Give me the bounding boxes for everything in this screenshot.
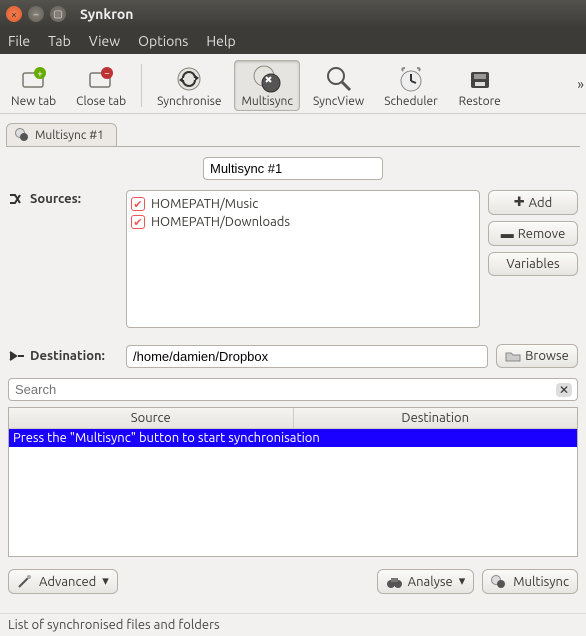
source-path: HOMEPATH/Music bbox=[151, 197, 258, 211]
sync-icon bbox=[173, 63, 205, 95]
multisync-button[interactable]: Multisync bbox=[482, 569, 578, 594]
destination-icon bbox=[8, 349, 26, 363]
toolbar-label: Restore bbox=[459, 95, 501, 108]
toolbar-close-tab[interactable]: – Close tab bbox=[69, 60, 133, 111]
variables-button[interactable]: Variables bbox=[488, 252, 578, 276]
add-label: Add bbox=[529, 196, 553, 210]
new-tab-icon: + bbox=[18, 63, 50, 95]
minus-icon: ▬ bbox=[501, 226, 514, 241]
content-area: Sources: ✔ HOMEPATH/Music ✔ HOMEPATH/Dow… bbox=[0, 147, 586, 600]
toolbar-new-tab[interactable]: + New tab bbox=[4, 60, 63, 111]
table-hint: Press the "Multisync" button to start sy… bbox=[13, 431, 320, 445]
wand-icon bbox=[17, 575, 33, 589]
toolbar-label: Close tab bbox=[76, 95, 126, 108]
toolbar-overflow-icon[interactable]: » bbox=[577, 76, 584, 92]
analyse-label: Analyse bbox=[408, 575, 453, 589]
toolbar-label: SyncView bbox=[313, 95, 364, 108]
status-bar: List of synchronised files and folders bbox=[0, 613, 586, 636]
sources-list[interactable]: ✔ HOMEPATH/Music ✔ HOMEPATH/Downloads bbox=[126, 190, 480, 328]
table-row[interactable]: Press the "Multisync" button to start sy… bbox=[9, 429, 577, 447]
toolbar-multisync[interactable]: Multisync bbox=[234, 60, 299, 111]
toolbar-label: Scheduler bbox=[384, 95, 438, 108]
remove-label: Remove bbox=[518, 227, 566, 241]
source-item[interactable]: ✔ HOMEPATH/Downloads bbox=[131, 213, 475, 231]
toolbar-label: Synchronise bbox=[157, 95, 221, 108]
multisync-tab-icon bbox=[15, 128, 29, 142]
titlebar: × – ▢ Synkron bbox=[0, 0, 586, 28]
browse-label: Browse bbox=[525, 349, 569, 363]
menu-options[interactable]: Options bbox=[138, 33, 188, 49]
plus-icon: ✚ bbox=[514, 195, 525, 210]
window-maximize-button[interactable]: ▢ bbox=[50, 6, 66, 22]
folder-icon bbox=[505, 350, 521, 362]
checkbox-icon[interactable]: ✔ bbox=[131, 197, 145, 211]
toolbar-syncview[interactable]: SyncView bbox=[306, 60, 371, 111]
remove-button[interactable]: ▬ Remove bbox=[488, 221, 578, 246]
menu-view[interactable]: View bbox=[89, 33, 120, 49]
source-item[interactable]: ✔ HOMEPATH/Music bbox=[131, 195, 475, 213]
sync-name-input[interactable] bbox=[203, 157, 383, 180]
clear-search-icon[interactable]: ✕ bbox=[556, 383, 572, 397]
toolbar-scheduler[interactable]: Scheduler bbox=[377, 60, 445, 111]
close-tab-icon: – bbox=[85, 63, 117, 95]
chevron-down-icon: ▾ bbox=[102, 574, 109, 589]
restore-icon bbox=[464, 63, 496, 95]
toolbar-label: New tab bbox=[11, 95, 56, 108]
chevron-down-icon: ▾ bbox=[459, 574, 466, 589]
toolbar-label: Multisync bbox=[241, 95, 292, 108]
sources-icon bbox=[8, 192, 26, 206]
multisync-small-icon bbox=[491, 575, 507, 589]
multisync-label: Multisync bbox=[513, 575, 569, 589]
advanced-button[interactable]: Advanced ▾ bbox=[8, 569, 118, 594]
checkbox-icon[interactable]: ✔ bbox=[131, 215, 145, 229]
advanced-label: Advanced bbox=[39, 575, 96, 589]
scheduler-icon bbox=[395, 63, 427, 95]
tab-multisync-1[interactable]: Multisync #1 bbox=[6, 123, 117, 146]
menu-tab[interactable]: Tab bbox=[48, 33, 71, 49]
binoculars-icon bbox=[386, 575, 402, 589]
destination-label-text: Destination: bbox=[30, 349, 105, 363]
menu-help[interactable]: Help bbox=[206, 33, 235, 49]
search-input[interactable] bbox=[8, 378, 578, 401]
menu-file[interactable]: File bbox=[8, 33, 30, 49]
add-button[interactable]: ✚ Add bbox=[488, 190, 578, 215]
source-path: HOMEPATH/Downloads bbox=[151, 215, 290, 229]
svg-text:+: + bbox=[37, 68, 43, 79]
variables-label: Variables bbox=[506, 257, 559, 271]
destination-label: Destination: bbox=[8, 349, 118, 363]
tab-strip: Multisync #1 bbox=[0, 114, 586, 146]
menubar: File Tab View Options Help bbox=[0, 28, 586, 54]
destination-input[interactable] bbox=[126, 345, 488, 368]
browse-button[interactable]: Browse bbox=[496, 344, 578, 368]
analyse-button[interactable]: Analyse ▾ bbox=[377, 569, 475, 594]
results-table[interactable]: Source Destination Press the "Multisync"… bbox=[8, 407, 578, 557]
syncview-icon bbox=[323, 63, 355, 95]
window-title: Synkron bbox=[80, 6, 133, 22]
toolbar-synchronise[interactable]: Synchronise bbox=[150, 60, 228, 111]
window-close-button[interactable]: × bbox=[6, 6, 22, 22]
tab-label: Multisync #1 bbox=[35, 129, 104, 142]
window-minimize-button[interactable]: – bbox=[28, 6, 44, 22]
status-text: List of synchronised files and folders bbox=[8, 618, 220, 632]
toolbar-separator bbox=[141, 64, 142, 107]
toolbar-restore[interactable]: Restore bbox=[451, 60, 509, 111]
svg-text:–: – bbox=[104, 68, 110, 78]
toolbar: + New tab – Close tab Synchronise Multis… bbox=[0, 54, 586, 114]
sources-label-text: Sources: bbox=[30, 192, 81, 206]
column-source[interactable]: Source bbox=[9, 408, 294, 428]
column-destination[interactable]: Destination bbox=[294, 408, 578, 428]
multisync-icon bbox=[251, 63, 283, 95]
table-header: Source Destination bbox=[9, 408, 577, 429]
sources-label: Sources: bbox=[8, 190, 118, 206]
